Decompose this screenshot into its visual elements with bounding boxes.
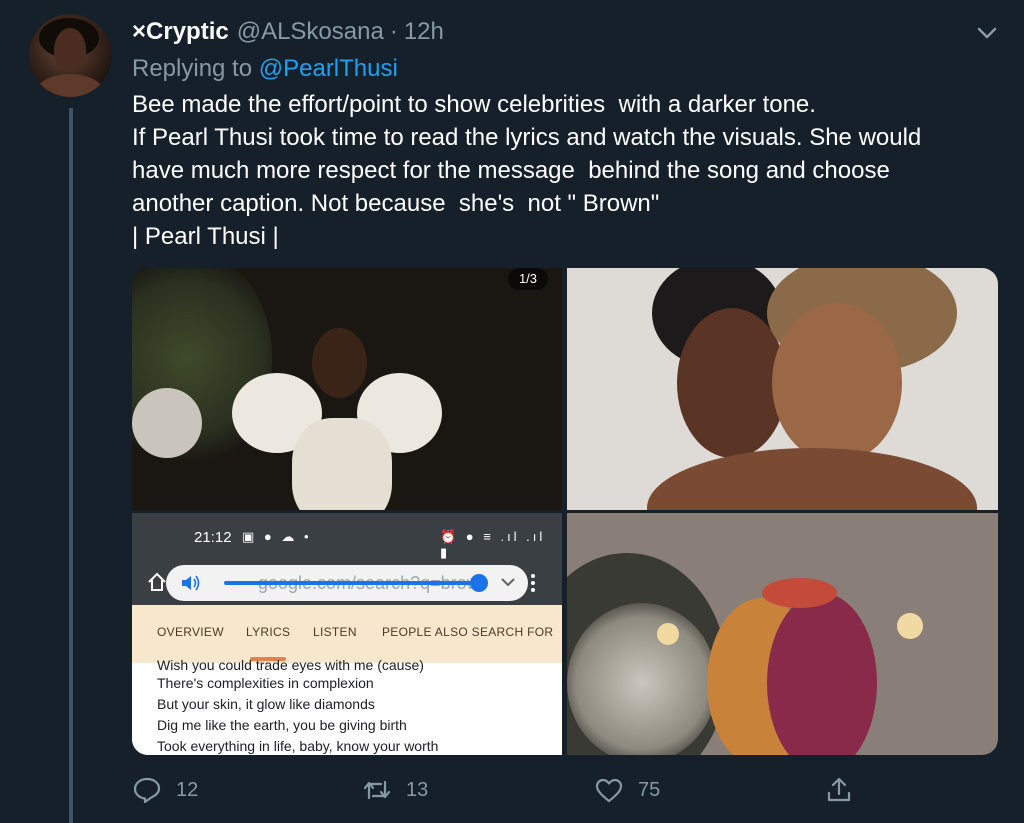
- like-button[interactable]: 75: [594, 776, 660, 804]
- replying-to-label: Replying to: [132, 55, 259, 82]
- lyric-line: But your skin, it glow like diamonds: [157, 696, 375, 712]
- audio-progress-track: [224, 581, 478, 585]
- display-name[interactable]: ×Cryptic: [132, 18, 229, 46]
- tab-people-also-search: PEOPLE ALSO SEARCH FOR: [382, 625, 554, 639]
- search-tabs: OVERVIEW LYRICS LISTEN PEOPLE ALSO SEARC…: [132, 605, 562, 663]
- phone-notification-icons: ▣ ● ☁ •: [242, 529, 312, 544]
- flower-shape: [132, 388, 202, 458]
- tweet-text-line: have much more respect for the message b…: [132, 157, 890, 184]
- face-right-shape: [772, 303, 902, 463]
- share-button[interactable]: [824, 776, 868, 804]
- reply-count: 12: [176, 778, 199, 801]
- lyric-line: Dig me like the earth, you be giving bir…: [157, 717, 407, 733]
- handle[interactable]: @ALSkosana: [237, 18, 384, 46]
- media-screenshot-3[interactable]: 21:12 ▣ ● ☁ • ⏰ ● ≡ .ıl .ıl ▮ google.com…: [132, 513, 562, 755]
- tweet-text-line: Bee made the effort/point to show celebr…: [132, 91, 816, 118]
- lyric-line: Wish you could trade eyes with me (cause…: [157, 657, 424, 673]
- media-photo-4[interactable]: [567, 513, 998, 755]
- thread-line: [69, 108, 73, 823]
- phone-clock: 21:12: [194, 529, 232, 546]
- reply-button[interactable]: 12: [132, 776, 198, 804]
- tweet-actions: 12 13 75: [0, 772, 1024, 808]
- audio-progress-knob: [470, 574, 488, 592]
- wall-lamp-right: [897, 613, 923, 639]
- retweet-count: 13: [406, 778, 429, 801]
- tweet-text: Bee made the effort/point to show celebr…: [132, 88, 1012, 253]
- like-icon: [595, 778, 623, 803]
- figure-right-shape: [767, 593, 877, 755]
- audio-player-pill: google.com/search?q=brow: [166, 565, 528, 601]
- tweet-header: ×Cryptic @ALSkosana · 12h: [132, 18, 444, 48]
- media-photo-1[interactable]: 1/3: [132, 268, 562, 510]
- lyric-line: Took everything in life, baby, know your…: [157, 738, 439, 754]
- retweet-button[interactable]: 13: [362, 776, 428, 804]
- chevron-down-icon[interactable]: [974, 22, 1000, 44]
- phone-status-bar: 21:12 ▣ ● ☁ • ⏰ ● ≡ .ıl .ıl ▮: [132, 513, 562, 561]
- lyric-line: There's complexities in complexion: [157, 675, 374, 691]
- tab-listen: LISTEN: [313, 625, 357, 639]
- chevron-down-icon: [501, 578, 515, 587]
- speaker-icon: [182, 575, 200, 591]
- separator-dot: ·: [389, 18, 398, 45]
- home-icon: [148, 572, 166, 591]
- kebab-icon: [531, 574, 535, 592]
- tab-overview: OVERVIEW: [157, 625, 224, 639]
- phone-system-icons: ⏰ ● ≡ .ıl .ıl ▮: [440, 529, 546, 560]
- avatar-face: [54, 28, 86, 72]
- timestamp[interactable]: 12h: [404, 18, 444, 46]
- reply-mention-link[interactable]: @PearlThusi: [259, 55, 398, 82]
- flower-crown-shape: [762, 578, 837, 608]
- avatar-shoulder: [35, 74, 105, 97]
- media-photo-2[interactable]: [567, 268, 998, 510]
- media-counter-badge: 1/3: [508, 268, 548, 290]
- retweet-icon: [363, 780, 391, 800]
- lyrics-panel: Wish you could trade eyes with me (cause…: [132, 657, 562, 755]
- replying-to: Replying to @PearlThusi: [132, 55, 398, 83]
- wall-lamp-left: [657, 623, 679, 645]
- tweet-text-line: | Pearl Thusi |: [132, 223, 279, 250]
- shoulders-shape: [647, 448, 977, 510]
- browser-url-bar: google.com/search?q=brow: [132, 561, 562, 605]
- tweet-text-line: another caption. Not because she's not "…: [132, 190, 660, 217]
- share-icon: [827, 777, 851, 802]
- palm-leaves-shape: [567, 603, 717, 755]
- dress-body-shape: [292, 418, 392, 510]
- tweet-text-line: If Pearl Thusi took time to read the lyr…: [132, 124, 922, 151]
- media-grid: 1/3 21:12 ▣ ● ☁ • ⏰ ● ≡ .ıl .ıl ▮ google…: [132, 268, 998, 755]
- avatar[interactable]: [29, 14, 112, 97]
- like-count: 75: [638, 778, 661, 801]
- reply-icon: [133, 777, 161, 804]
- figure-head-shape: [312, 328, 367, 398]
- tab-lyrics: LYRICS: [246, 625, 291, 639]
